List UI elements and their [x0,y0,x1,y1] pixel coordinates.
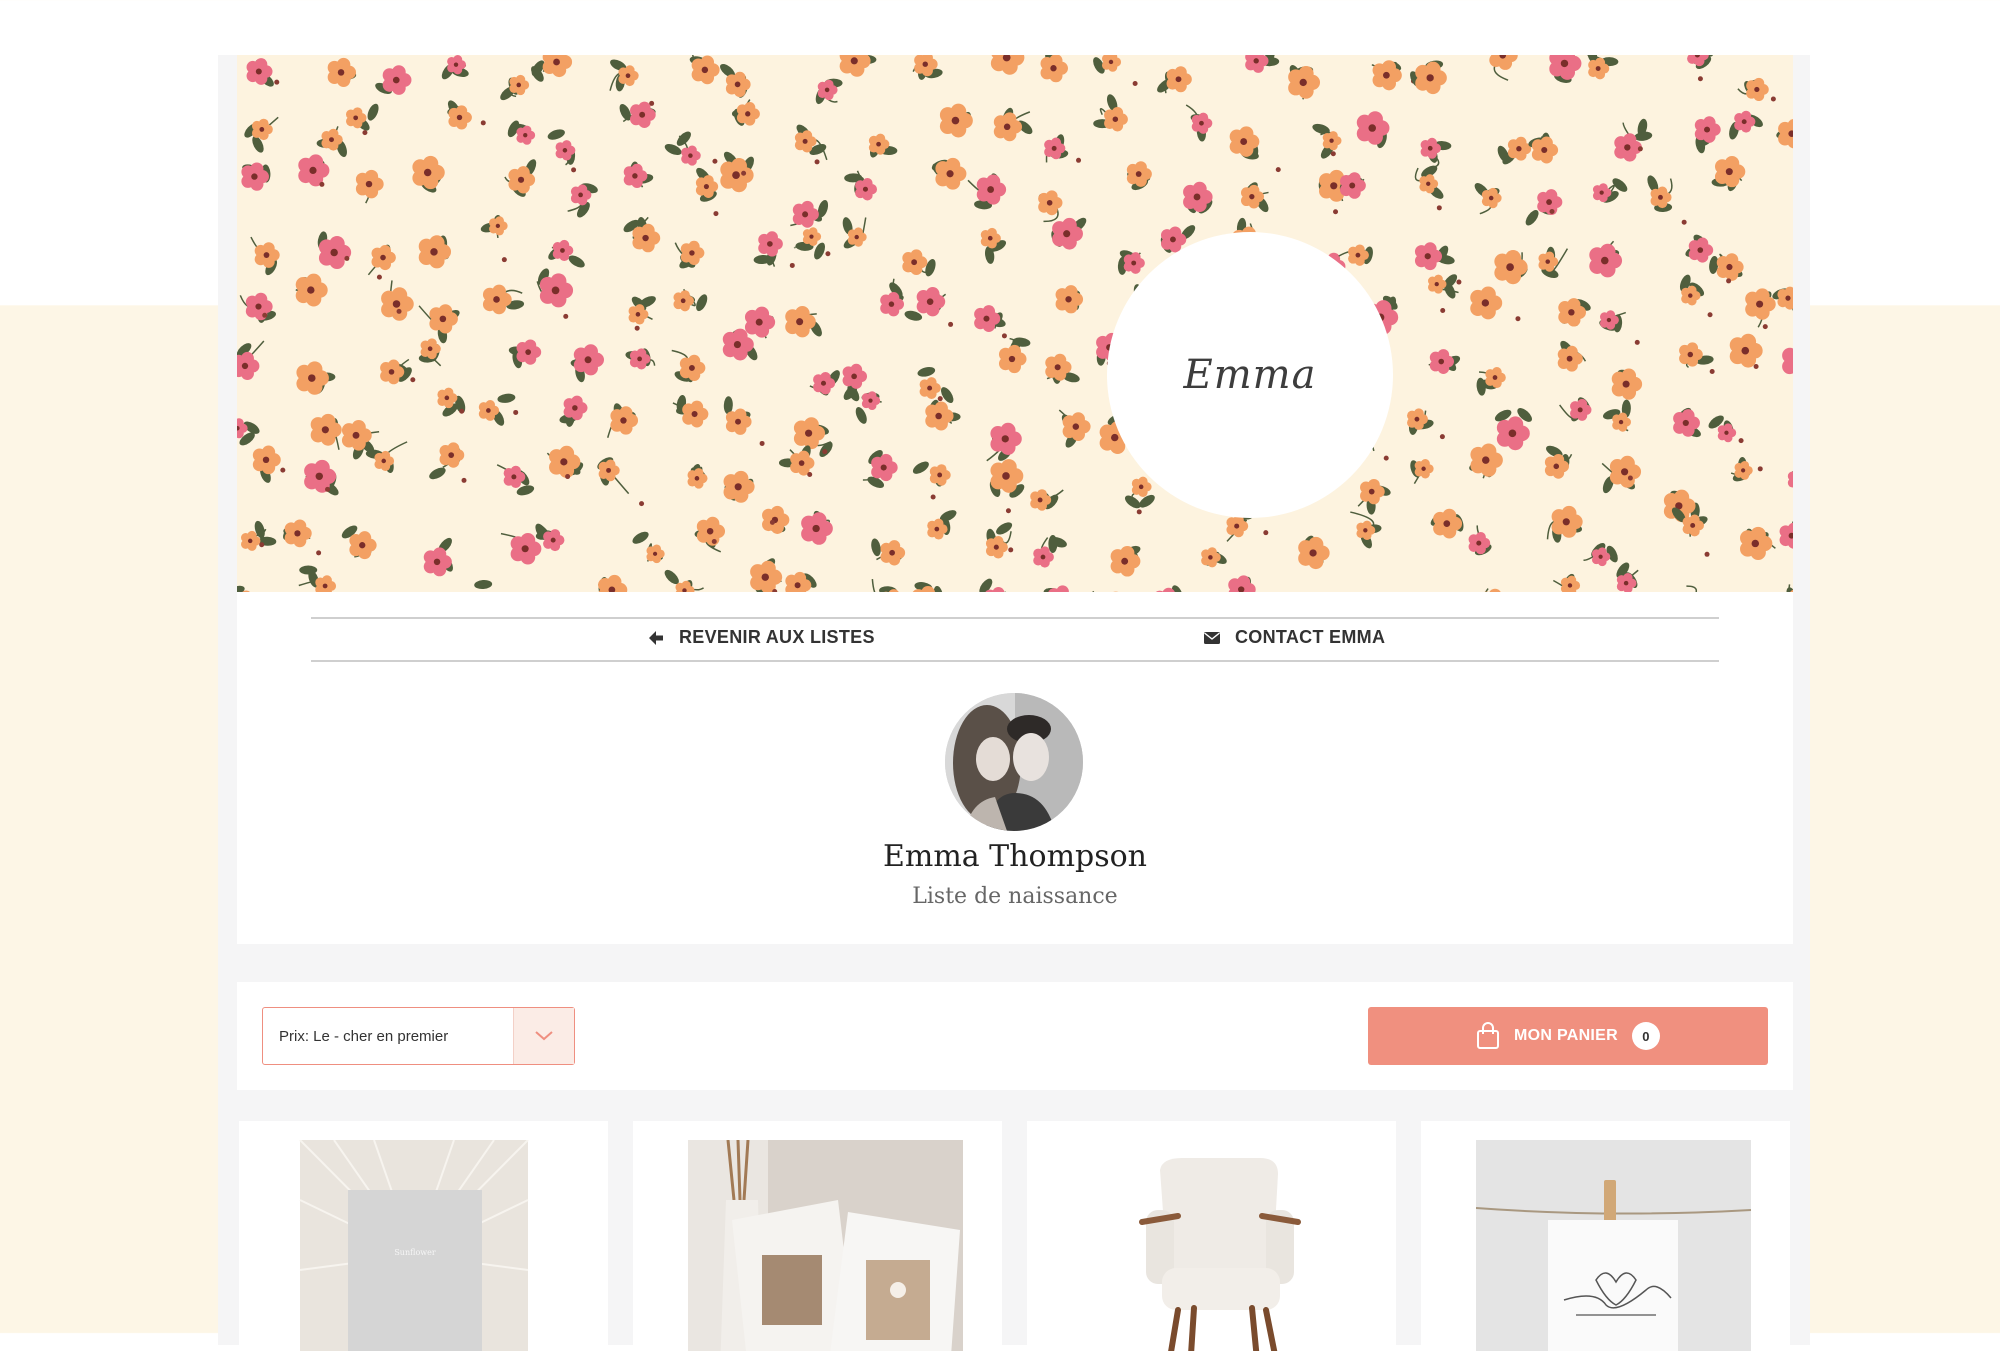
product-card[interactable] [1027,1121,1396,1351]
cart-count-badge: 0 [1632,1022,1660,1050]
cart-label: MON PANIER [1514,1027,1618,1045]
product-card[interactable]: Sunflower [239,1121,608,1351]
back-to-lists-link[interactable]: REVENIR AUX LISTES [647,627,875,648]
floral-pattern [237,55,1793,592]
contact-label: CONTACT EMMA [1235,627,1385,648]
product-card[interactable] [1421,1121,1790,1351]
list-toolbar: Prix: Le - cher en premier MON PANIER 0 [237,982,1793,1090]
owner-name: Emma Thompson [237,839,1793,874]
profile-nav: REVENIR AUX LISTES CONTACT EMMA [311,617,1719,662]
couple-photo [945,693,1083,831]
contact-link[interactable]: CONTACT EMMA [1203,627,1385,648]
chevron-down-icon[interactable] [513,1008,574,1064]
sort-select[interactable]: Prix: Le - cher en premier [262,1007,575,1065]
svg-text:Sunflower: Sunflower [394,1248,436,1257]
avatar [945,693,1083,831]
arrow-left-icon [647,629,665,647]
list-type: Liste de naissance [237,884,1793,909]
banner-name: Emma [1184,352,1317,398]
profile-card: REVENIR AUX LISTES CONTACT EMMA Emma Tho… [237,592,1793,944]
hand-drawing-card-image [1476,1140,1751,1351]
armchair-image [1082,1140,1357,1351]
floral-banner: Emma [237,55,1793,592]
sort-select-value: Prix: Le - cher en premier [263,1028,513,1045]
back-to-lists-label: REVENIR AUX LISTES [679,627,875,648]
photo-frame-image: Sunflower [294,1140,569,1351]
cart-button[interactable]: MON PANIER 0 [1368,1007,1768,1065]
banner-name-circle: Emma [1107,232,1393,518]
photo-book-image [688,1140,963,1351]
product-card[interactable] [633,1121,1002,1351]
envelope-icon [1203,629,1221,647]
shopping-bag-icon [1476,1022,1500,1050]
